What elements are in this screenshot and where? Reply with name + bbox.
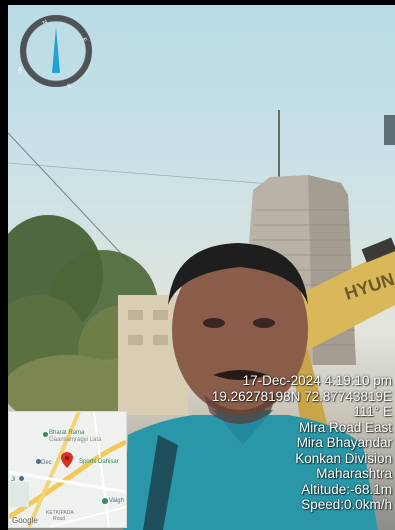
- stamp-speed: Speed:0.0km/h: [301, 497, 392, 512]
- map-edge-label: Jl: [11, 477, 16, 483]
- stamp-altitude: Altitude:-68.1m: [301, 481, 392, 497]
- geotag-stamp: 17-Dec-2024 4:19:10 pm 19.26278198N 72.8…: [122, 373, 392, 513]
- compass-icon: N E S W: [18, 15, 92, 88]
- map-road-label: Road: [53, 516, 65, 522]
- map-place-label: Bharat Rama: [49, 430, 85, 436]
- stamp-division: Konkan Division: [295, 450, 392, 466]
- stamp-city: Mira Bhayandar: [296, 435, 392, 450]
- google-logo: Google: [12, 516, 38, 525]
- stamp-datetime: 17-Dec-2024 4:19:10 pm: [242, 373, 392, 388]
- map-place-marker-icon: [43, 432, 48, 437]
- map-place-label: Gaansamragyi Lata: [49, 437, 102, 443]
- stamp-locality: Mira Road East: [298, 419, 392, 435]
- map-pin-icon: [61, 452, 73, 468]
- stamp-heading: 111° E: [353, 404, 392, 419]
- map-place-label: Dec: [41, 460, 52, 466]
- map-place-label: Sports Dahisar: [79, 459, 119, 465]
- geotag-photo-frame: HYUN N E S W Bharat Rama Gaansamragyi La…: [0, 0, 395, 530]
- stamp-state: Maharashtra: [316, 466, 392, 481]
- compass-needle-icon: [52, 27, 60, 73]
- map-inset[interactable]: Bharat Rama Gaansamragyi Lata Dec Sports…: [8, 411, 127, 528]
- stamp-coordinates: 19.26278198N 72.87743819E: [211, 388, 392, 404]
- building-edge: [384, 115, 395, 145]
- map-place-marker-icon: [102, 498, 108, 504]
- map-place-marker-icon: [36, 459, 41, 464]
- map-place-marker-icon: [19, 476, 24, 481]
